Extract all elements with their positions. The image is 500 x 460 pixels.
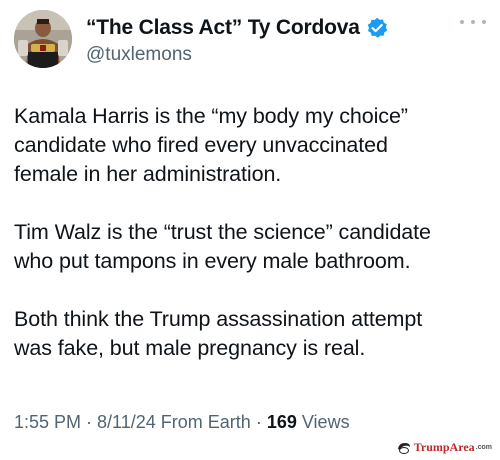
tweet-time[interactable]: 1:55 PM — [14, 412, 81, 432]
watermark-brand: TrumpArea — [413, 440, 475, 454]
more-dot — [460, 20, 464, 24]
author-handle[interactable]: @tuxlemons — [86, 44, 388, 66]
avatar-photo-icon — [14, 10, 72, 68]
more-options-icon[interactable] — [460, 14, 486, 30]
trump-hair-icon — [397, 442, 410, 454]
site-watermark: TrumpArea .com — [397, 440, 492, 455]
display-name-row: “The Class Act” Ty Cordova — [86, 16, 388, 40]
tweet-text: Kamala Harris is the “my body my choice”… — [14, 102, 492, 392]
tweet-paragraph: Both think the Trump assassination attem… — [14, 307, 423, 360]
meta-separator: · — [81, 412, 98, 432]
views-label: Views — [296, 412, 350, 432]
author-name-block: “The Class Act” Ty Cordova @tuxlemons — [86, 16, 388, 66]
views-count[interactable]: 169 — [267, 412, 297, 432]
tweet-paragraph: Tim Walz is the “trust the science” cand… — [14, 220, 431, 273]
meta-separator: · — [250, 412, 267, 432]
more-dot — [482, 20, 486, 24]
verified-badge-icon — [366, 17, 388, 39]
tweet-card: “The Class Act” Ty Cordova @tuxlemons Ka… — [0, 0, 500, 460]
more-dot — [471, 20, 475, 24]
tweet-paragraph: Kamala Harris is the “my body my choice”… — [14, 104, 408, 186]
tweet-source: From Earth — [160, 412, 251, 432]
tweet-header: “The Class Act” Ty Cordova @tuxlemons — [14, 10, 486, 74]
tweet-date[interactable]: 8/11/24 — [97, 412, 156, 432]
watermark-tld: .com — [475, 444, 492, 451]
tweet-meta: 1:55 PM · 8/11/24 From Earth · 169 Views — [14, 412, 350, 433]
author-display-name[interactable]: “The Class Act” Ty Cordova — [86, 16, 360, 40]
author-avatar[interactable] — [14, 10, 72, 68]
